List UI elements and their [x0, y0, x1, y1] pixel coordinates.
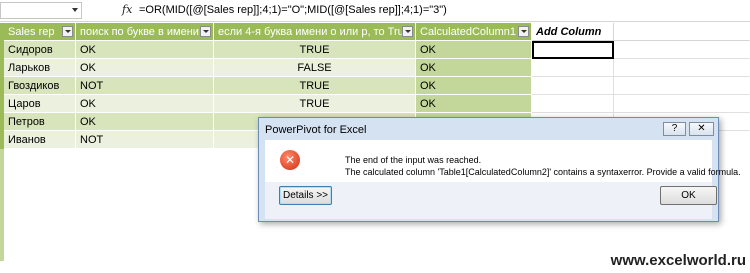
message-line2: The calculated column 'Table1[Calculated…	[345, 167, 741, 177]
cell-calculated[interactable]: OK	[416, 59, 532, 77]
cell-fourth-letter[interactable]: TRUE	[214, 95, 416, 113]
cell-sales-rep[interactable]: Гвоздиков	[4, 77, 76, 95]
header-add-column[interactable]: Add Column	[532, 23, 614, 41]
row-marker-strip	[0, 149, 4, 261]
cell-add-column-selected[interactable]	[532, 41, 614, 59]
fx-icon[interactable]: fx	[122, 3, 132, 16]
cell-add-column[interactable]	[532, 77, 614, 95]
cell-search[interactable]: NOT	[76, 77, 214, 95]
formula-input[interactable]: =OR(MID([@[Sales rep]];4;1)="O";MID([@[S…	[139, 4, 447, 16]
filter-dropdown-icon[interactable]	[200, 26, 211, 37]
dialog-footer	[265, 182, 712, 219]
message-line1: The end of the input was reached.	[345, 155, 482, 165]
cell-calculated[interactable]: OK	[416, 95, 532, 113]
cell-search[interactable]: OK	[76, 113, 214, 131]
filter-dropdown-icon[interactable]	[518, 26, 529, 37]
cell-search[interactable]: NOT	[76, 131, 214, 149]
cell-calculated[interactable]: OK	[416, 41, 532, 59]
header-label: Sales rep	[8, 26, 55, 38]
cell-sales-rep[interactable]: Иванов	[4, 131, 76, 149]
header-label: Add Column	[536, 26, 602, 38]
header-fourth-letter[interactable]: если 4-я буква имени о или р, то True	[214, 23, 416, 41]
empty-cell	[614, 59, 750, 77]
cell-fourth-letter[interactable]: TRUE	[214, 41, 416, 59]
error-dialog: PowerPivot for Excel ? ✕ ✕ The end of th…	[258, 117, 741, 222]
cell-search[interactable]: OK	[76, 59, 214, 77]
details-button[interactable]: Details >>	[279, 186, 332, 205]
cell-sales-rep[interactable]: Ларьков	[4, 59, 76, 77]
watermark: www.excelworld.ru	[610, 252, 746, 269]
error-icon: ✕	[280, 150, 300, 170]
help-button[interactable]: ?	[663, 122, 686, 136]
cell-sales-rep[interactable]: Петров	[4, 113, 76, 131]
cell-calculated[interactable]: OK	[416, 77, 532, 95]
table-row[interactable]: Ларьков OK FALSE OK	[0, 59, 750, 77]
formula-bar: fx =OR(MID([@[Sales rep]];4;1)="O";MID([…	[0, 0, 750, 22]
cell-search[interactable]: OK	[76, 41, 214, 59]
filter-dropdown-icon[interactable]	[62, 26, 73, 37]
cell-search[interactable]: OK	[76, 95, 214, 113]
chevron-down-icon[interactable]	[72, 8, 78, 12]
ok-button[interactable]: OK	[660, 186, 717, 205]
table-row[interactable]: Сидоров OK TRUE OK	[0, 41, 750, 59]
header-label: CalculatedColumn1	[420, 26, 516, 38]
filter-dropdown-icon[interactable]	[402, 26, 413, 37]
empty-cell	[614, 77, 750, 95]
table-header-row: Sales rep поиск по букве в имени если 4-…	[0, 23, 750, 41]
cell-sales-rep[interactable]: Сидоров	[4, 41, 76, 59]
table-row[interactable]: Гвоздиков NOT TRUE OK	[0, 77, 750, 95]
cell-fourth-letter[interactable]: TRUE	[214, 77, 416, 95]
close-button[interactable]: ✕	[689, 122, 714, 136]
header-calculated-column1[interactable]: CalculatedColumn1	[416, 23, 532, 41]
empty-cell	[614, 41, 750, 59]
cell-fourth-letter[interactable]: FALSE	[214, 59, 416, 77]
cell-sales-rep[interactable]: Царов	[4, 95, 76, 113]
empty-header-cell	[614, 23, 750, 41]
dialog-title: PowerPivot for Excel	[265, 124, 367, 136]
header-sales-rep[interactable]: Sales rep	[4, 23, 76, 41]
cell-add-column[interactable]	[532, 59, 614, 77]
name-box[interactable]	[0, 2, 82, 19]
header-label: поиск по букве в имени	[80, 26, 199, 38]
table-row[interactable]: Царов OK TRUE OK	[0, 95, 750, 113]
empty-cell	[614, 95, 750, 113]
cell-add-column[interactable]	[532, 95, 614, 113]
header-label: если 4-я буква имени о или р, то True	[218, 26, 410, 38]
header-search-letter[interactable]: поиск по букве в имени	[76, 23, 214, 41]
